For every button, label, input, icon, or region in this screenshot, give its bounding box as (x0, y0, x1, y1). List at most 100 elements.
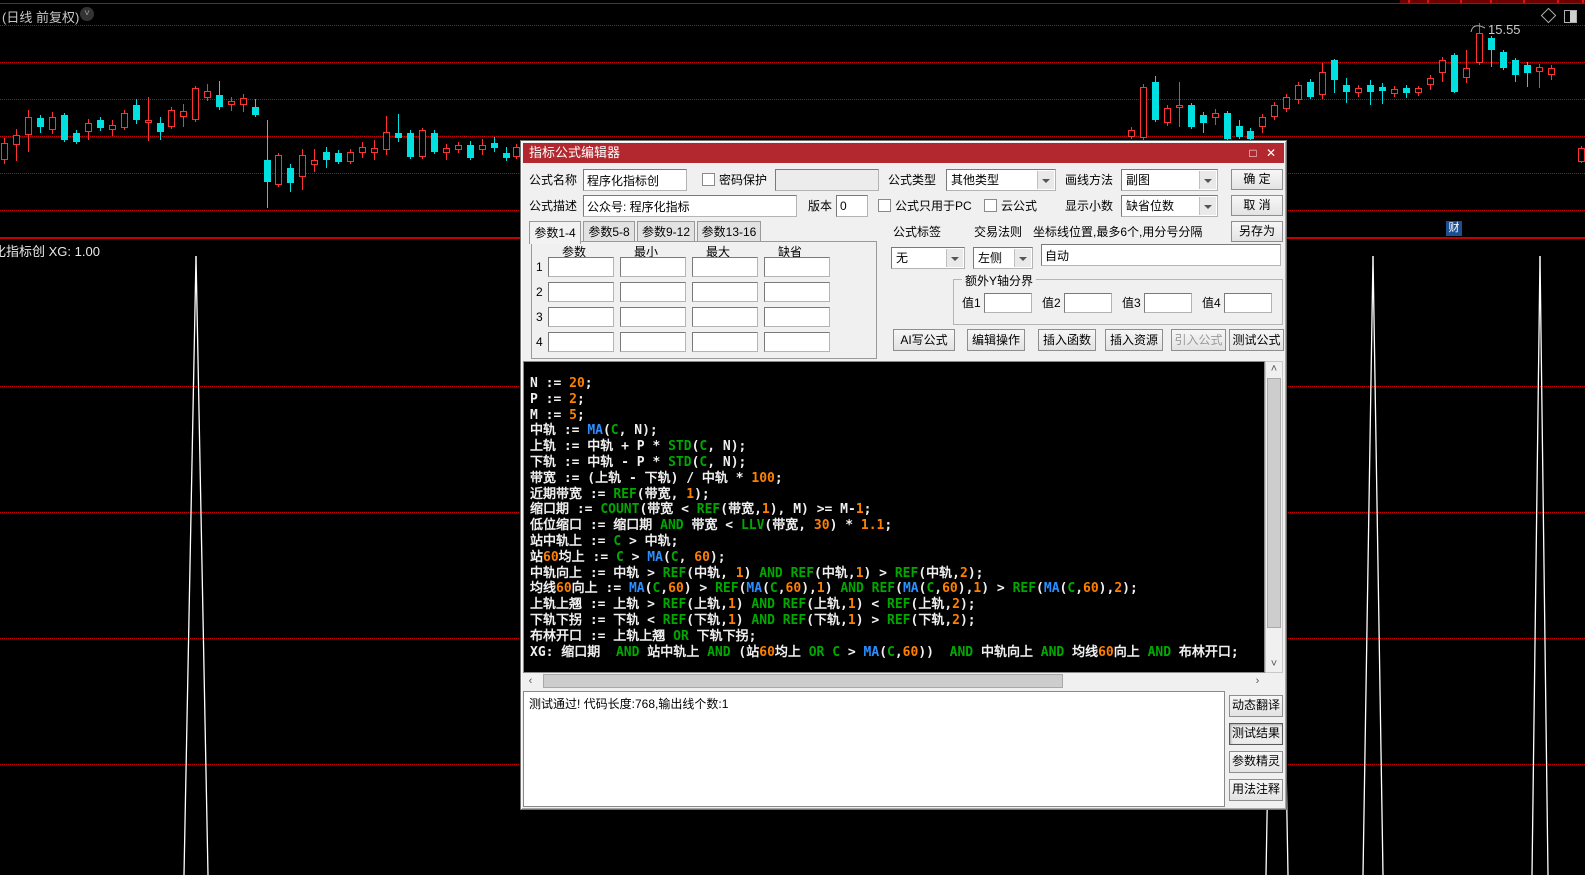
scroll-up-icon[interactable]: ˄ (1266, 362, 1282, 377)
y-value-input-4[interactable] (1224, 293, 1272, 313)
tab-参数13-16[interactable]: 参数13-16 (697, 221, 761, 242)
candle (157, 123, 164, 132)
chevron-down-icon[interactable] (1014, 249, 1031, 267)
candle (1236, 126, 1243, 137)
candle (216, 95, 223, 107)
cloud-formula-checkbox[interactable]: 云公式 (984, 195, 1037, 217)
diamond-icon[interactable] (1540, 7, 1557, 24)
param-input-r3c2[interactable] (620, 307, 686, 327)
chevron-down-icon[interactable] (1199, 171, 1216, 189)
y-value-input-1[interactable] (984, 293, 1032, 313)
action-button-2[interactable]: 编辑操作 (967, 329, 1025, 351)
draw-method-select[interactable]: 副图 (1121, 169, 1218, 191)
candle-wick (1466, 50, 1467, 83)
save-as-button[interactable]: 另存为 (1231, 221, 1283, 242)
y-value-input-2[interactable] (1064, 293, 1112, 313)
param-input-r4c2[interactable] (620, 332, 686, 352)
side-button-1[interactable]: 动态翻译 (1229, 695, 1283, 717)
chart-period-title: (日线 前复权) (2, 10, 80, 25)
financial-report-badge[interactable]: 财 (1446, 221, 1462, 236)
formula-tag-select[interactable]: 无 (891, 247, 965, 269)
maximize-icon[interactable]: □ (1244, 143, 1262, 163)
code-vscrollbar[interactable]: ˄ ˅ (1265, 361, 1283, 673)
code-line: 中轨向上 := 中轨 > REF(中轨, 1) AND REF(中轨,1) > … (530, 565, 984, 581)
chevron-down-icon[interactable] (946, 249, 963, 267)
action-button-6[interactable]: 测试公式 (1229, 329, 1284, 351)
ok-button[interactable]: 确 定 (1231, 169, 1283, 190)
window-layout-controls (1540, 7, 1577, 24)
scroll-left-icon[interactable]: ‹ (523, 673, 538, 689)
trade-rule-value: 左侧 (978, 251, 1003, 265)
version-input[interactable] (836, 195, 868, 217)
formula-name-input[interactable] (583, 169, 687, 191)
vscroll-thumb[interactable] (1267, 378, 1281, 628)
close-icon[interactable]: ✕ (1262, 143, 1280, 163)
trade-rule-select[interactable]: 左侧 (973, 247, 1033, 269)
action-button-5[interactable]: 引入公式 (1171, 329, 1226, 351)
param-input-r1c4[interactable] (764, 257, 830, 277)
param-input-r1c1[interactable] (548, 257, 614, 277)
candle (1427, 78, 1434, 85)
action-button-4[interactable]: 插入资源 (1105, 329, 1163, 351)
formula-desc-input[interactable] (583, 195, 797, 217)
param-input-r1c2[interactable] (620, 257, 686, 277)
candle (25, 117, 32, 135)
code-line: 中轨 := MA(C, N); (530, 423, 658, 439)
pc-only-checkbox[interactable]: 公式只用于PC (878, 195, 972, 217)
param-input-r3c1[interactable] (548, 307, 614, 327)
code-hscrollbar[interactable]: ‹ › (523, 673, 1265, 689)
candle (1140, 87, 1147, 138)
formula-code-editor[interactable]: N := 20; P := 2; M := 5; 中轨 := MA(C, N); 上轨 … (523, 361, 1265, 673)
code-line: 近期带宽 := REF(带宽, 1); (530, 486, 710, 502)
param-input-r3c4[interactable] (764, 307, 830, 327)
param-input-r1c3[interactable] (692, 257, 758, 277)
candle (1331, 60, 1338, 80)
param-input-r2c4[interactable] (764, 282, 830, 302)
candle (109, 125, 116, 130)
split-view-icon[interactable] (1564, 10, 1577, 23)
candle (37, 118, 44, 127)
param-input-r2c3[interactable] (692, 282, 758, 302)
param-input-r4c1[interactable] (548, 332, 614, 352)
gridline (0, 25, 1585, 26)
dialog-titlebar[interactable]: 指标公式编辑器 □ ✕ (523, 143, 1284, 163)
chevron-down-icon[interactable] (1037, 171, 1054, 189)
formula-type-select[interactable]: 其他类型 (946, 169, 1056, 191)
checkbox-icon[interactable] (984, 199, 997, 212)
code-line: 站60均上 := C > MA(C, 60); (530, 549, 726, 565)
action-button-3[interactable]: 插入函数 (1038, 329, 1096, 351)
scroll-right-icon[interactable]: › (1250, 673, 1265, 689)
action-button-1[interactable]: AI写公式 (893, 329, 955, 351)
formula-tag-value: 无 (896, 251, 909, 265)
password-protect-checkbox[interactable]: 密码保护 (702, 169, 767, 191)
cancel-button[interactable]: 取 消 (1231, 195, 1283, 216)
decimal-select[interactable]: 缺省位数 (1121, 195, 1218, 217)
candle (1415, 88, 1422, 93)
chevron-down-icon[interactable] (1199, 197, 1216, 215)
candle (407, 133, 414, 157)
candle (383, 132, 390, 150)
param-input-r2c1[interactable] (548, 282, 614, 302)
param-input-r3c3[interactable] (692, 307, 758, 327)
tab-参数1-4[interactable]: 参数1-4 (529, 221, 581, 244)
candle (1451, 55, 1458, 92)
side-button-2[interactable]: 测试结果 (1229, 723, 1283, 745)
trading-app-screen: (日线 前复权) ˅ 15.55 财 化指标创 XG: 1.00 指标公式编辑器… (0, 0, 1585, 875)
y-value-input-3[interactable] (1144, 293, 1192, 313)
param-input-r2c2[interactable] (620, 282, 686, 302)
checkbox-icon[interactable] (878, 199, 891, 212)
chevron-down-icon[interactable]: ˅ (80, 7, 94, 21)
candle (1259, 117, 1266, 127)
tab-参数5-8[interactable]: 参数5-8 (583, 221, 635, 242)
tab-参数9-12[interactable]: 参数9-12 (637, 221, 695, 242)
side-button-4[interactable]: 用法注释 (1229, 779, 1283, 801)
checkbox-icon[interactable] (702, 173, 715, 186)
scroll-down-icon[interactable]: ˅ (1266, 657, 1282, 672)
param-input-r4c3[interactable] (692, 332, 758, 352)
hscroll-thumb[interactable] (543, 674, 1063, 688)
coord-line-input[interactable] (1041, 244, 1281, 266)
candle-wick (16, 129, 17, 161)
param-input-r4c4[interactable] (764, 332, 830, 352)
param-row-number: 1 (536, 260, 543, 274)
side-button-3[interactable]: 参数精灵 (1229, 751, 1283, 773)
